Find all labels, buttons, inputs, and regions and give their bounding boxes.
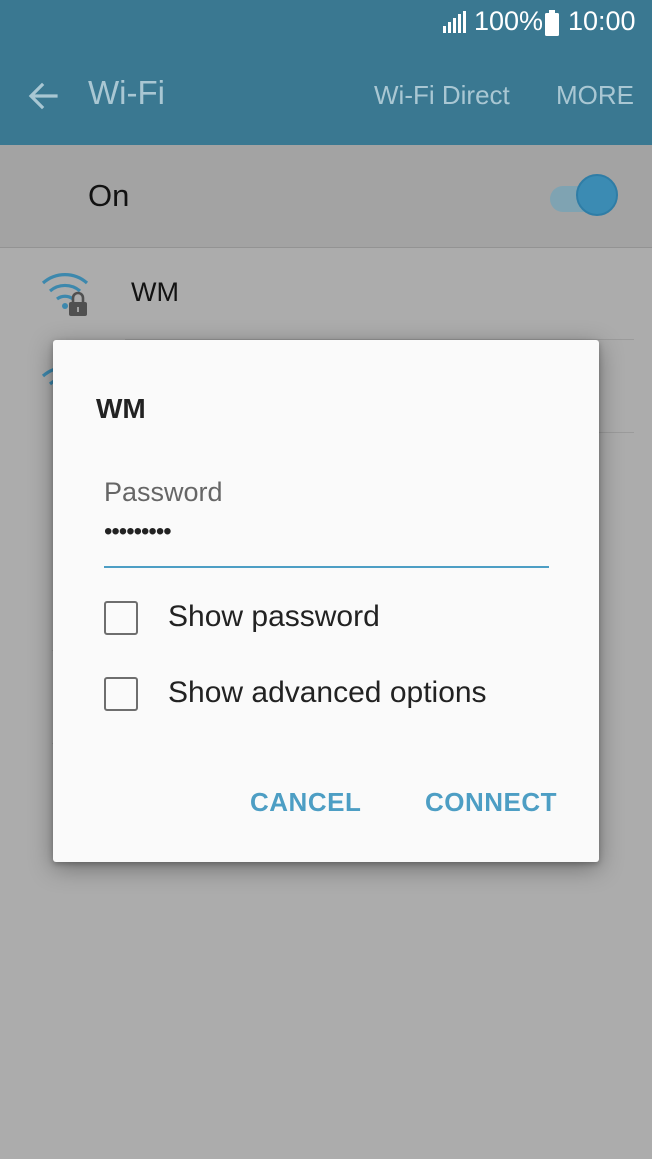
show-advanced-option[interactable]: Show advanced options: [104, 675, 564, 715]
show-password-label: Show password: [168, 600, 380, 633]
app-bar: Wi-Fi Wi-Fi Direct MORE: [0, 46, 652, 145]
network-ssid: WM: [131, 277, 179, 307]
cancel-button[interactable]: CANCEL: [250, 787, 361, 818]
wifi-locked-icon: [41, 273, 89, 316]
battery-icon: [545, 10, 559, 36]
show-advanced-checkbox[interactable]: [104, 677, 138, 711]
back-button[interactable]: [22, 74, 66, 118]
wifi-direct-button[interactable]: Wi-Fi Direct: [374, 80, 510, 111]
wifi-toggle-row[interactable]: On: [0, 145, 652, 248]
show-password-checkbox[interactable]: [104, 601, 138, 635]
battery-percent: 100%: [474, 6, 544, 36]
connect-dialog: WM Password ••••••••• Show password Show…: [53, 340, 599, 862]
page-title: Wi-Fi: [88, 74, 165, 111]
status-bar: 100% 10:00: [0, 0, 652, 46]
signal-icon: [443, 11, 466, 33]
more-button[interactable]: MORE: [556, 80, 634, 111]
password-underline: [104, 566, 549, 568]
network-item[interactable]: WM: [0, 247, 652, 340]
dialog-title: WM: [96, 393, 146, 424]
show-advanced-label: Show advanced options: [168, 676, 487, 709]
password-field[interactable]: •••••••••: [104, 518, 172, 546]
password-label: Password: [104, 477, 223, 507]
arrow-left-icon: [28, 82, 58, 110]
connect-button[interactable]: CONNECT: [425, 787, 557, 818]
wifi-toggle-label: On: [88, 178, 130, 213]
clock: 10:00: [568, 6, 636, 36]
wifi-switch-thumb[interactable]: [576, 174, 618, 216]
show-password-option[interactable]: Show password: [104, 599, 564, 639]
